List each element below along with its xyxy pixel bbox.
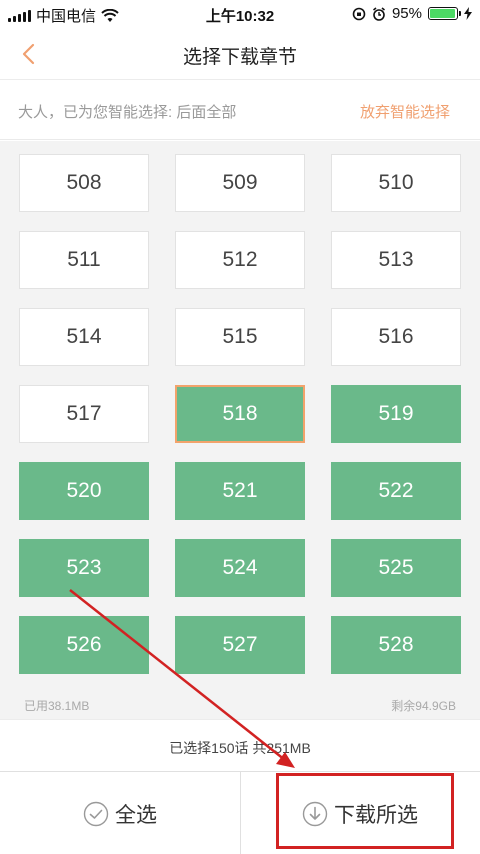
selection-summary: 已选择150话 共251MB [0,719,480,771]
smart-selection-text: 大人，已为您智能选择: 后面全部 [18,104,237,121]
chapter-tile-510[interactable]: 510 [331,154,461,212]
chapter-tile-517[interactable]: 517 [19,385,149,443]
chapter-tile-528[interactable]: 528 [331,616,461,674]
status-bar: 中国电信 上午10:32 95% [0,0,480,28]
battery-percent: 95% [391,5,422,22]
chapter-tile-526[interactable]: 526 [19,616,149,674]
chapter-tile-518[interactable]: 518 [175,385,305,443]
chapter-tile-523[interactable]: 523 [19,539,149,597]
select-all-label: 全选 [115,803,157,827]
storage-used: 已用38.1MB [24,699,90,713]
bottom-action-bar: 全选 下载所选 [0,771,480,854]
chapter-tile-522[interactable]: 522 [331,462,461,520]
chapter-tile-516[interactable]: 516 [331,308,461,366]
chapter-tile-512[interactable]: 512 [175,231,305,289]
chapter-tile-525[interactable]: 525 [331,539,461,597]
chapter-tile-520[interactable]: 520 [19,462,149,520]
chapter-tile-508[interactable]: 508 [19,154,149,212]
download-selected-label: 下载所选 [334,803,418,827]
storage-remaining: 剩余94.9GB [391,699,456,713]
chapter-tile-515[interactable]: 515 [175,308,305,366]
chapter-tile-519[interactable]: 519 [331,385,461,443]
status-right: 95% [352,5,472,22]
chapter-tile-509[interactable]: 509 [175,154,305,212]
check-circle-icon [83,801,109,826]
chapter-tile-513[interactable]: 513 [331,231,461,289]
chapter-tile-514[interactable]: 514 [19,308,149,366]
battery-icon [428,7,461,20]
chapter-tile-524[interactable]: 524 [175,539,305,597]
alarm-icon [372,6,385,21]
chapter-tile-511[interactable]: 511 [19,231,149,289]
nav-bar: 选择下载章节 [0,28,480,80]
smart-selection-bar: 大人，已为您智能选择: 后面全部 放弃智能选择 [0,80,480,140]
rotation-lock-icon [352,7,366,20]
download-selected-button[interactable]: 下载所选 [240,772,480,854]
download-circle-icon [302,801,328,826]
charging-icon [464,7,472,20]
cancel-smart-selection-button[interactable]: 放弃智能选择 [360,101,450,122]
select-all-button[interactable]: 全选 [0,772,240,854]
chapter-tile-527[interactable]: 527 [175,616,305,674]
page-title: 选择下载章节 [182,47,297,68]
chapter-grid: 已用38.1MB 剩余94.9GB 508 509 510 511 512 513 514 5… [0,141,480,719]
chapter-tile-521[interactable]: 521 [175,462,305,520]
